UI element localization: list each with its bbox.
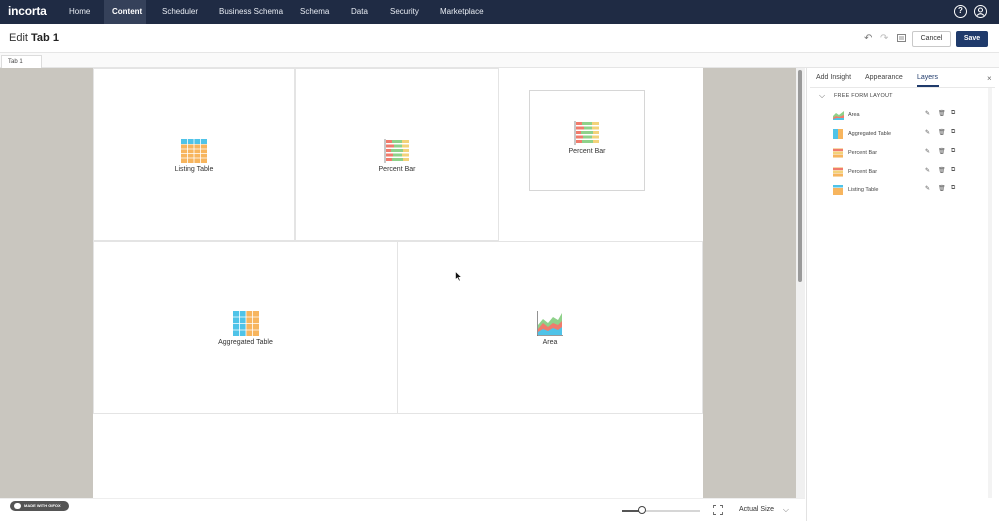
insight-label: Aggregated Table: [218, 339, 273, 346]
panel-divider: [810, 87, 995, 88]
insight-area[interactable]: Area: [397, 241, 703, 414]
dashboard-tab-strip: Tab 1: [0, 53, 999, 68]
layer-name: Aggregated Table: [848, 131, 892, 137]
listing-table-icon: [833, 185, 843, 195]
chevron-down-icon: ⌵: [782, 505, 789, 514]
layer-name: Percent Bar: [848, 150, 878, 156]
save-button[interactable]: Save: [956, 31, 988, 47]
page-title: Edit Tab 1: [9, 32, 59, 44]
preview-icon[interactable]: [897, 34, 906, 45]
insight-listing-table[interactable]: Listing Table: [93, 68, 295, 241]
duplicate-icon[interactable]: ⧉: [951, 148, 955, 155]
nav-content[interactable]: Content: [104, 0, 146, 24]
fullscreen-icon[interactable]: [713, 505, 723, 515]
trash-icon[interactable]: 🗑: [938, 110, 946, 117]
cancel-button[interactable]: Cancel: [912, 31, 951, 47]
trash-icon[interactable]: 🗑: [938, 185, 946, 192]
nav-schema[interactable]: Schema: [292, 0, 332, 24]
zoom-size-value: Actual Size: [739, 506, 775, 513]
insight-label: Percent Bar: [568, 148, 606, 155]
tab-layers[interactable]: Layers: [917, 74, 938, 81]
tab-name-title: Tab 1: [31, 32, 59, 44]
percent-bar-icon: [574, 121, 599, 145]
nav-data[interactable]: Data: [343, 0, 373, 24]
layer-name: Listing Table: [848, 187, 879, 193]
layer-name: Area: [848, 112, 860, 118]
nav-business-schema[interactable]: Business Schema: [211, 0, 286, 24]
insight-label: Area: [542, 339, 558, 346]
trash-icon[interactable]: 🗑: [938, 167, 946, 174]
duplicate-icon[interactable]: ⧉: [951, 110, 955, 117]
close-icon[interactable]: ×: [987, 74, 992, 83]
edit-icon[interactable]: ✎: [925, 129, 930, 136]
edit-icon[interactable]: ✎: [925, 110, 930, 117]
nav-home[interactable]: Home: [61, 0, 97, 24]
trash-icon[interactable]: 🗑: [938, 148, 946, 155]
insight-aggregated-table[interactable]: Aggregated Table: [93, 241, 398, 414]
layer-row-percent-bar[interactable]: Percent Bar ✎ 🗑 ⧉: [833, 166, 963, 178]
undo-icon[interactable]: ↶: [864, 33, 872, 44]
redo-icon[interactable]: ↷: [880, 33, 888, 44]
heart-icon: [14, 503, 21, 509]
user-icon[interactable]: [974, 5, 987, 18]
aggregated-table-icon: [232, 311, 259, 336]
canvas-scrollbar-thumb[interactable]: [798, 70, 802, 282]
area-chart-icon: [833, 111, 844, 120]
tab-1[interactable]: Tab 1: [1, 55, 42, 68]
incorta-logo[interactable]: incorta: [8, 4, 47, 18]
edit-icon[interactable]: ✎: [925, 148, 930, 155]
layer-row-area[interactable]: Area ✎ 🗑 ⧉: [833, 109, 963, 121]
layer-row-aggregated-table[interactable]: Aggregated Table ✎ 🗑 ⧉: [833, 128, 963, 140]
layer-name: Percent Bar: [848, 169, 878, 175]
layer-row-percent-bar[interactable]: Percent Bar ✎ 🗑 ⧉: [833, 147, 963, 159]
zoom-size-select[interactable]: Actual Size ⌵: [735, 502, 790, 518]
chevron-down-icon[interactable]: ⌵: [819, 91, 825, 101]
layer-row-listing-table[interactable]: Listing Table ✎ 🗑 ⧉: [833, 184, 963, 196]
edit-header: Edit Tab 1 ↶ ↷ Cancel Save: [0, 24, 999, 53]
tab-add-insight[interactable]: Add Insight: [816, 74, 851, 81]
duplicate-icon[interactable]: ⧉: [951, 167, 955, 174]
nav-security[interactable]: Security: [382, 0, 427, 24]
aggregated-table-icon: [833, 129, 843, 139]
edit-icon[interactable]: ✎: [925, 185, 930, 192]
top-nav: incorta Home Content Scheduler Business …: [0, 0, 999, 24]
listing-table-icon: [181, 138, 207, 163]
percent-bar-icon: [833, 167, 843, 177]
percent-bar-icon: [833, 148, 843, 158]
nav-scheduler[interactable]: Scheduler: [154, 0, 204, 24]
duplicate-icon[interactable]: ⧉: [951, 129, 955, 136]
insight-label: Listing Table: [174, 165, 214, 173]
percent-bar-icon: [384, 138, 409, 163]
insight-percent-bar[interactable]: Percent Bar: [295, 68, 499, 241]
free-form-layout-header[interactable]: FREE FORM LAYOUT: [834, 93, 893, 99]
nav-marketplace[interactable]: Marketplace: [432, 0, 492, 24]
canvas-footer: MADE WITH GIFOX Actual Size ⌵: [0, 498, 805, 521]
insight-percent-bar-selected[interactable]: Percent Bar: [529, 90, 645, 191]
tab-appearance[interactable]: Appearance: [865, 74, 903, 81]
gifox-badge-label: MADE WITH GIFOX: [24, 503, 61, 508]
panel-scrollbar[interactable]: [988, 88, 992, 498]
zoom-slider-handle[interactable]: [638, 506, 646, 514]
area-chart-icon: [537, 311, 563, 336]
help-icon[interactable]: ?: [954, 5, 967, 18]
trash-icon[interactable]: 🗑: [938, 129, 946, 136]
edit-prefix: Edit: [9, 32, 28, 44]
mouse-cursor-icon: [455, 271, 463, 282]
gifox-badge: MADE WITH GIFOX: [10, 501, 69, 511]
insight-label: Percent Bar: [378, 165, 416, 173]
duplicate-icon[interactable]: ⧉: [951, 185, 955, 192]
edit-icon[interactable]: ✎: [925, 167, 930, 174]
